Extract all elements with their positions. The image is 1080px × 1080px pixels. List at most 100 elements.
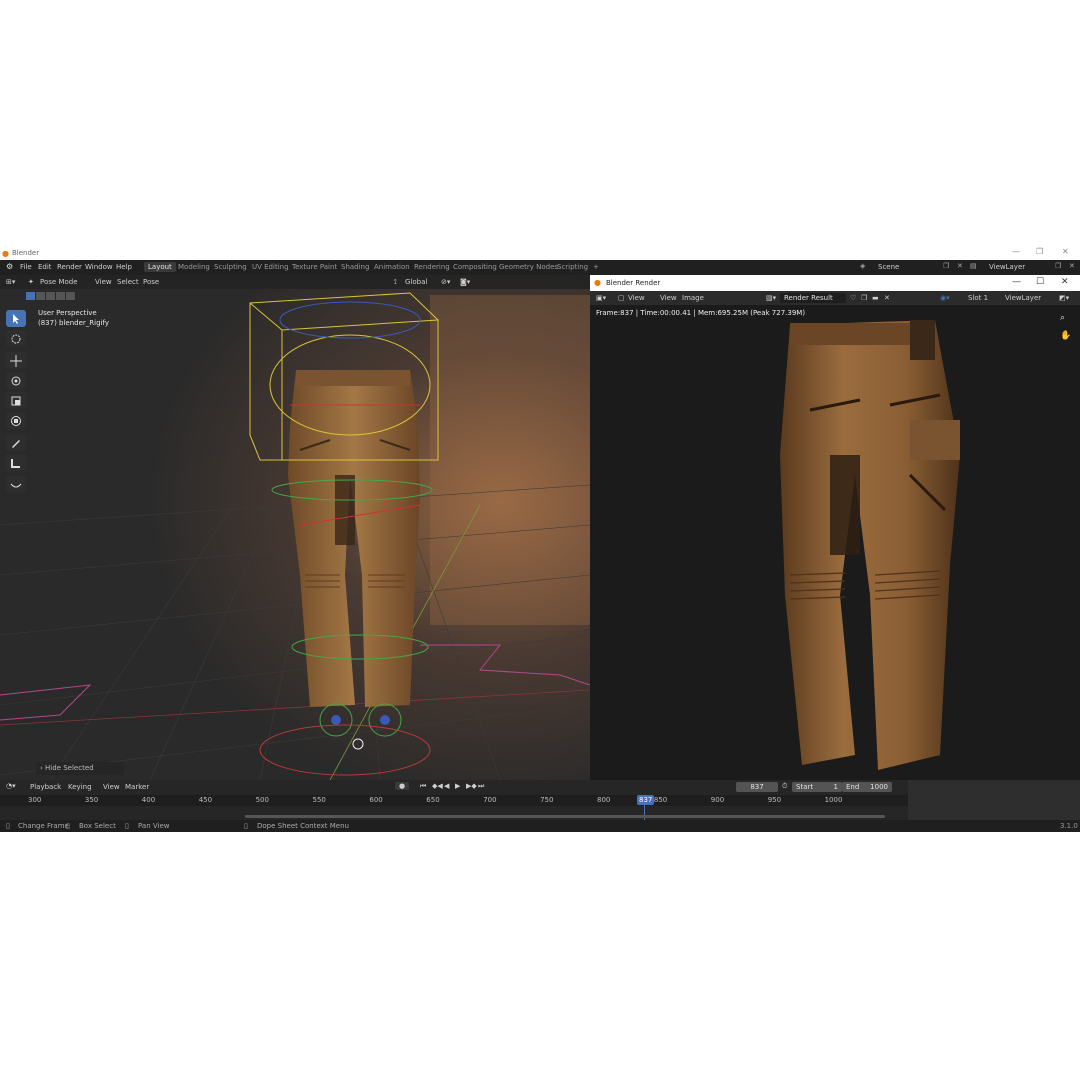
select-extend-icon[interactable] bbox=[36, 292, 45, 300]
last-operator-panel[interactable]: › Hide Selected bbox=[36, 762, 124, 775]
menu-pose[interactable]: Pose bbox=[143, 278, 159, 286]
duplicate-image-icon[interactable]: ❐ bbox=[861, 294, 867, 302]
measure-tool-button[interactable] bbox=[6, 454, 26, 471]
zoom-icon[interactable]: ⌕ bbox=[1060, 313, 1065, 323]
tab-shading[interactable]: Shading bbox=[337, 262, 373, 272]
play-icon[interactable]: ▶ bbox=[455, 782, 460, 790]
timeline-editor-type-icon[interactable]: ◔▾ bbox=[6, 782, 16, 790]
snap-icon[interactable]: ⊘▾ bbox=[441, 278, 450, 286]
menu-keying[interactable]: Keying bbox=[68, 783, 92, 791]
tab-layout[interactable]: Layout bbox=[144, 262, 176, 272]
play-reverse-icon[interactable]: ◀ bbox=[444, 782, 449, 790]
render-window: ● Blender Render — ☐ ✕ ▣▾ ▢ View View Im… bbox=[590, 275, 1080, 780]
timeline-editor[interactable]: ◔▾ Playback Keying View Marker ● ⏮ ◆◀ ◀ … bbox=[0, 780, 908, 820]
render-maximize-icon[interactable]: ☐ bbox=[1036, 277, 1044, 287]
menu-window[interactable]: Window bbox=[85, 263, 113, 271]
end-value: 1000 bbox=[870, 783, 888, 791]
image-editor-type-icon[interactable]: ▣▾ bbox=[596, 294, 606, 302]
image-browse-icon[interactable]: ▧▾ bbox=[766, 294, 776, 302]
delete-scene-icon[interactable]: ✕ bbox=[957, 262, 963, 270]
select-subtract-icon[interactable] bbox=[46, 292, 55, 300]
tab-geometry-nodes[interactable]: Geometry Nodes bbox=[495, 262, 562, 272]
3d-viewport[interactable]: ⊞▾ ✦ Pose Mode View Select Pose ⟟ Global… bbox=[0, 275, 590, 780]
menu-edit[interactable]: Edit bbox=[38, 263, 52, 271]
menu-render-view[interactable]: View bbox=[660, 294, 677, 302]
status-pan-view: Pan View bbox=[138, 822, 170, 830]
frame-tick-label: 750 bbox=[540, 796, 554, 804]
annotate-tool-button[interactable] bbox=[6, 434, 26, 451]
timeline-side-area bbox=[908, 780, 1080, 820]
view-mode-selector[interactable]: View bbox=[628, 294, 645, 302]
unlink-image-icon[interactable]: ✕ bbox=[884, 294, 890, 302]
mode-selector[interactable]: Pose Mode bbox=[40, 278, 78, 286]
proportional-edit-icon[interactable]: ◙▾ bbox=[460, 278, 470, 286]
menu-playback[interactable]: Playback bbox=[30, 783, 61, 791]
frame-tick-label: 650 bbox=[426, 796, 440, 804]
auto-key-icon[interactable]: ● bbox=[395, 782, 410, 790]
prev-keyframe-icon[interactable]: ◆◀ bbox=[432, 782, 443, 790]
menu-timeline-view[interactable]: View bbox=[103, 783, 120, 791]
add-workspace-button[interactable]: + bbox=[589, 262, 603, 272]
frame-tick-label: 550 bbox=[312, 796, 326, 804]
tweak-tool-button[interactable] bbox=[6, 310, 26, 327]
end-frame-field[interactable]: End 1000 bbox=[842, 782, 892, 792]
image-name-field[interactable]: Render Result bbox=[780, 293, 846, 303]
transform-tool-button[interactable] bbox=[6, 412, 26, 429]
tab-sculpting[interactable]: Sculpting bbox=[210, 262, 251, 272]
minimize-icon[interactable]: — bbox=[1012, 247, 1020, 256]
scene-icon: ◈ bbox=[860, 262, 866, 270]
playhead-frame-badge[interactable]: 837 bbox=[637, 795, 655, 805]
open-image-icon[interactable]: ▬ bbox=[872, 294, 879, 302]
menu-help[interactable]: Help bbox=[116, 263, 132, 271]
menu-select[interactable]: Select bbox=[117, 278, 139, 286]
menu-image[interactable]: Image bbox=[682, 294, 704, 302]
bone-tool-button[interactable] bbox=[6, 476, 26, 493]
rotate-tool-button[interactable] bbox=[6, 372, 26, 389]
tab-modeling[interactable]: Modeling bbox=[174, 262, 214, 272]
maximize-icon[interactable]: ❐ bbox=[1036, 247, 1043, 256]
cursor-tool-button[interactable] bbox=[6, 330, 26, 347]
editor-type-icon[interactable]: ⊞▾ bbox=[6, 278, 15, 286]
scene-selector[interactable]: Scene bbox=[878, 263, 899, 271]
new-scene-icon[interactable]: ❐ bbox=[943, 262, 949, 270]
delete-viewlayer-icon[interactable]: ✕ bbox=[1069, 262, 1075, 270]
menu-file[interactable]: File bbox=[20, 263, 32, 271]
orientation-selector[interactable]: Global bbox=[405, 278, 427, 286]
tab-scripting[interactable]: Scripting bbox=[553, 262, 592, 272]
render-minimize-icon[interactable]: — bbox=[1012, 277, 1021, 287]
render-close-icon[interactable]: ✕ bbox=[1061, 277, 1069, 287]
menu-marker[interactable]: Marker bbox=[125, 783, 149, 791]
jump-end-icon[interactable]: ⏭ bbox=[478, 782, 484, 791]
current-frame-field[interactable]: 837 bbox=[736, 782, 778, 792]
select-intersect-icon[interactable] bbox=[66, 292, 75, 300]
tab-uv-editing[interactable]: UV Editing bbox=[248, 262, 293, 272]
tab-texture-paint[interactable]: Texture Paint bbox=[288, 262, 341, 272]
tab-compositing[interactable]: Compositing bbox=[449, 262, 501, 272]
next-keyframe-icon[interactable]: ▶◆ bbox=[466, 782, 477, 790]
tab-animation[interactable]: Animation bbox=[370, 262, 414, 272]
select-new-icon[interactable] bbox=[26, 292, 35, 300]
select-invert-icon[interactable] bbox=[56, 292, 65, 300]
preview-range-icon[interactable]: ⏱ bbox=[782, 782, 787, 791]
render-viewlayer-selector[interactable]: ViewLayer bbox=[1005, 294, 1041, 302]
move-tool-button[interactable] bbox=[6, 352, 26, 369]
image-options-icon[interactable]: ◩▾ bbox=[1059, 294, 1069, 302]
viewport-header: ⊞▾ ✦ Pose Mode View Select Pose ⟟ Global… bbox=[0, 275, 590, 289]
3d-cursor-tool-icon bbox=[11, 334, 21, 343]
display-channels-icon[interactable]: ◉▾ bbox=[940, 294, 950, 302]
viewlayer-selector[interactable]: ViewLayer bbox=[989, 263, 1025, 271]
fake-user-icon[interactable]: ♡ bbox=[850, 294, 856, 302]
start-frame-field[interactable]: Start 1 bbox=[792, 782, 842, 792]
tab-rendering[interactable]: Rendering bbox=[410, 262, 454, 272]
menu-view[interactable]: View bbox=[95, 278, 112, 286]
slot-selector[interactable]: Slot 1 bbox=[968, 294, 988, 302]
scale-tool-button[interactable] bbox=[6, 392, 26, 409]
jump-start-icon[interactable]: ⏮ bbox=[420, 782, 426, 791]
close-icon[interactable]: ✕ bbox=[1062, 247, 1069, 256]
menu-render[interactable]: Render bbox=[57, 263, 82, 271]
bone-curve-icon bbox=[10, 483, 22, 487]
new-viewlayer-icon[interactable]: ❐ bbox=[1055, 262, 1061, 270]
pan-hand-icon[interactable]: ✋ bbox=[1060, 331, 1071, 341]
timeline-scrollbar[interactable] bbox=[245, 815, 885, 818]
blender-menu-icon[interactable]: ⚙ bbox=[6, 262, 13, 271]
